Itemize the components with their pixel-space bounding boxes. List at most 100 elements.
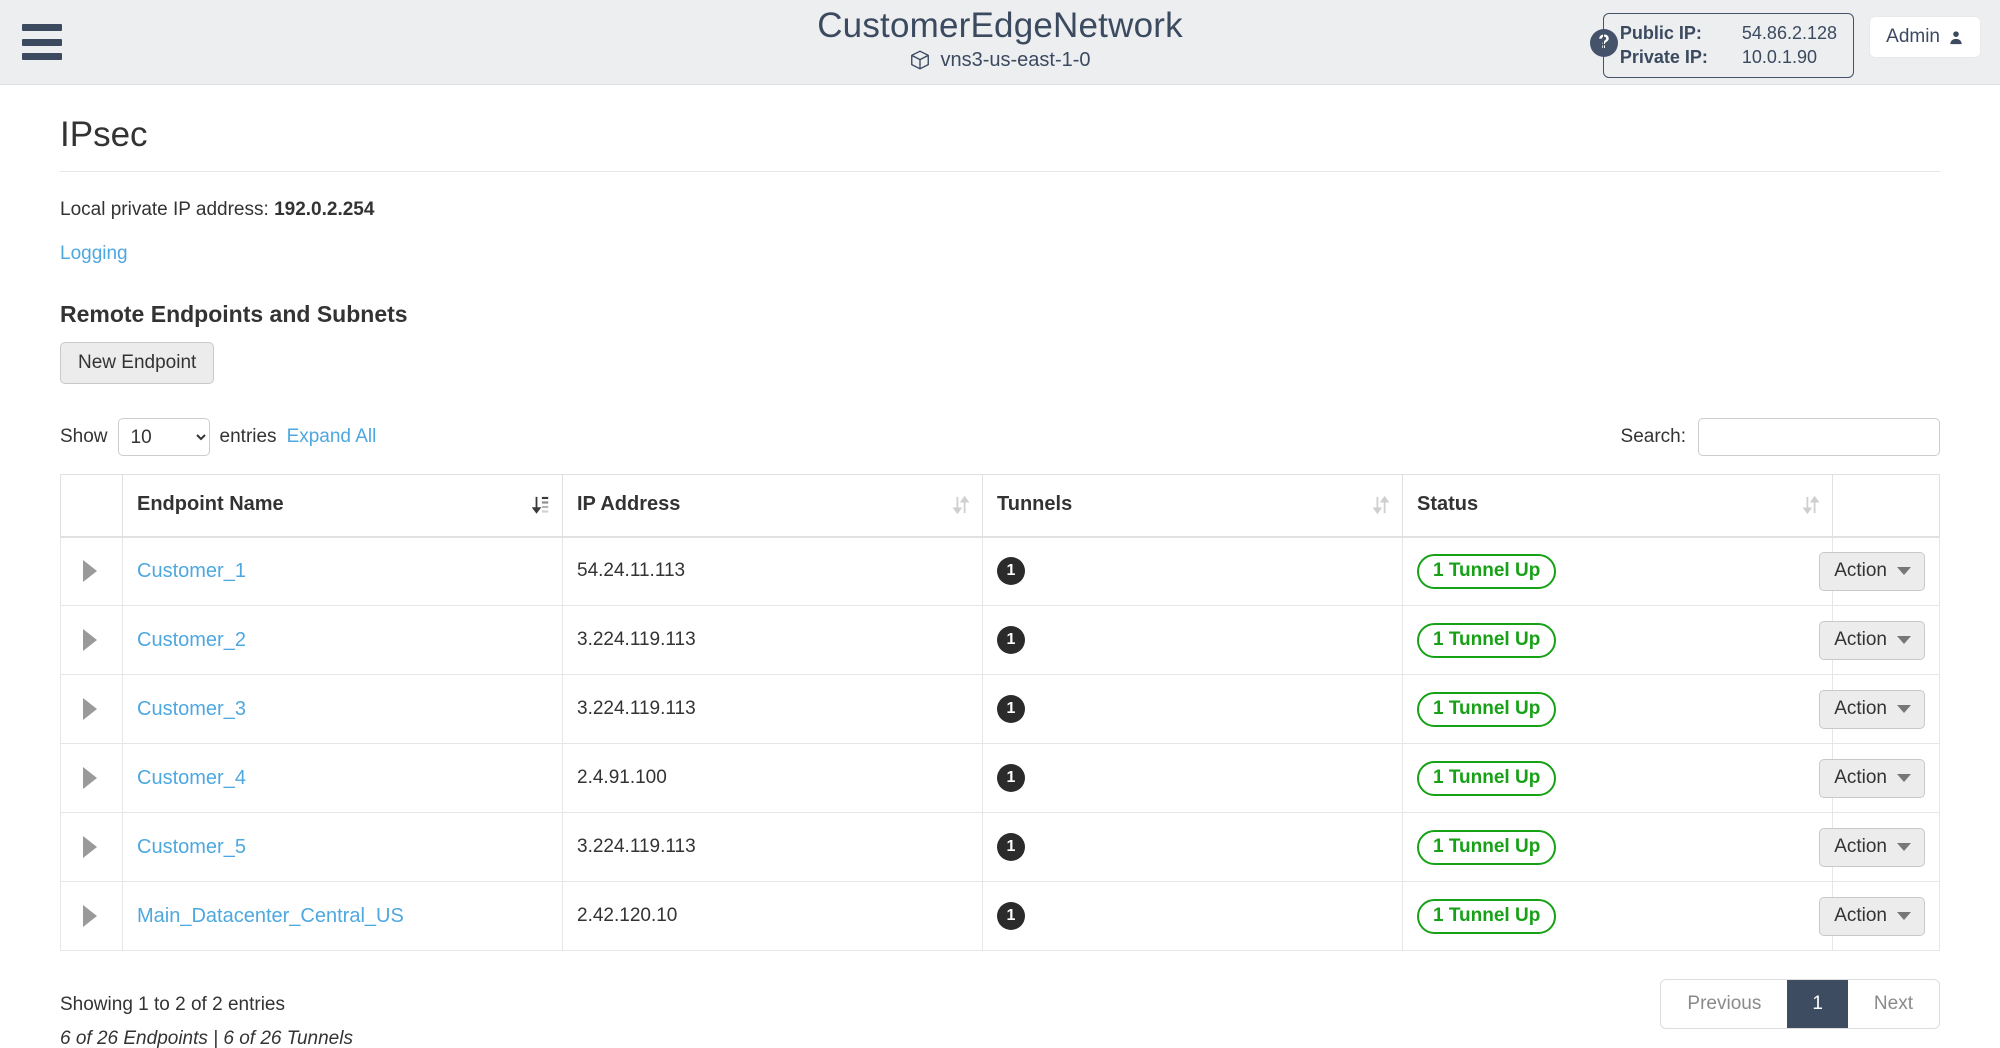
- local-ip-line: Local private IP address: 192.0.2.254: [60, 198, 1940, 222]
- expand-cell[interactable]: [61, 744, 123, 813]
- new-endpoint-button[interactable]: New Endpoint: [60, 342, 214, 384]
- endpoint-name-cell: Customer_4: [123, 744, 563, 813]
- tunnels-cell: 1: [983, 813, 1403, 882]
- logging-link[interactable]: Logging: [60, 243, 128, 264]
- tunnel-count-badge: 1: [997, 764, 1025, 792]
- status-badge: 1 Tunnel Up: [1417, 623, 1556, 658]
- caret-right-icon[interactable]: [83, 698, 97, 720]
- status-cell: 1 Tunnel Up: [1403, 606, 1833, 675]
- show-entries-group: Show 102550100 entries Expand All: [60, 418, 376, 456]
- endpoint-name-cell: Customer_3: [123, 675, 563, 744]
- sort-updown-icon[interactable]: [1802, 494, 1820, 516]
- showing-entries-text: Showing 1 to 2 of 2 entries: [60, 979, 353, 1017]
- chevron-down-icon: [1897, 774, 1911, 782]
- ip-address-cell: 54.24.11.113: [563, 537, 983, 606]
- show-label: Show: [60, 426, 108, 448]
- column-header-tunnels[interactable]: Tunnels: [983, 475, 1403, 537]
- status-badge: 1 Tunnel Up: [1417, 830, 1556, 865]
- endpoint-name-link[interactable]: Main_Datacenter_Central_US: [137, 905, 404, 927]
- endpoint-name-link[interactable]: Customer_5: [137, 836, 246, 858]
- action-dropdown-button[interactable]: Action: [1819, 828, 1925, 867]
- caret-right-icon[interactable]: [83, 629, 97, 651]
- expand-cell[interactable]: [61, 537, 123, 606]
- action-dropdown-button[interactable]: Action: [1819, 759, 1925, 798]
- expand-cell[interactable]: [61, 606, 123, 675]
- caret-right-icon[interactable]: [83, 560, 97, 582]
- admin-menu-button[interactable]: Admin: [1870, 17, 1980, 57]
- table-footer: Showing 1 to 2 of 2 entries 6 of 26 Endp…: [60, 979, 1940, 1048]
- search-input[interactable]: [1698, 418, 1940, 456]
- endpoint-name-link[interactable]: Customer_3: [137, 698, 246, 720]
- public-ip-label: Public IP:: [1620, 21, 1742, 45]
- action-dropdown-button[interactable]: Action: [1819, 897, 1925, 936]
- caret-right-icon[interactable]: [83, 905, 97, 927]
- action-label: Action: [1834, 629, 1887, 651]
- column-header-endpoint-name[interactable]: Endpoint Name: [123, 475, 563, 537]
- expand-cell[interactable]: [61, 882, 123, 951]
- table-row: Customer_1 54.24.11.1131 1 Tunnel Up Action: [61, 537, 1940, 606]
- endpoint-name-link[interactable]: Customer_1: [137, 560, 246, 582]
- column-header-status[interactable]: Status: [1403, 475, 1833, 537]
- local-ip-label: Local private IP address:: [60, 199, 269, 220]
- pagination-page-1[interactable]: 1: [1787, 980, 1848, 1028]
- chevron-down-icon: [1897, 567, 1911, 575]
- sort-updown-icon[interactable]: [1372, 494, 1390, 516]
- status-badge: 1 Tunnel Up: [1417, 554, 1556, 589]
- table-controls: Show 102550100 entries Expand All Search…: [60, 418, 1940, 456]
- ip-address-cell: 3.224.119.113: [563, 606, 983, 675]
- action-label: Action: [1834, 767, 1887, 789]
- tunnels-cell: 1: [983, 606, 1403, 675]
- sort-alpha-down-icon[interactable]: [532, 494, 550, 516]
- action-label: Action: [1834, 836, 1887, 858]
- tunnel-count-badge: 1: [997, 902, 1025, 930]
- cube-icon: [909, 49, 931, 71]
- page-size-select[interactable]: 102550100: [118, 418, 210, 456]
- action-dropdown-button[interactable]: Action: [1819, 621, 1925, 660]
- action-dropdown-button[interactable]: Action: [1819, 690, 1925, 729]
- status-cell: 1 Tunnel Up: [1403, 744, 1833, 813]
- hamburger-menu-icon[interactable]: [22, 21, 62, 63]
- logging-row: Logging: [60, 242, 1940, 266]
- tunnels-cell: 1: [983, 744, 1403, 813]
- status-badge: 1 Tunnel Up: [1417, 761, 1556, 796]
- pagination-next[interactable]: Next: [1848, 980, 1939, 1028]
- column-label: Status: [1417, 493, 1478, 515]
- public-ip-value: 54.86.2.128: [1742, 21, 1837, 45]
- column-header-action: [1833, 475, 1940, 537]
- tunnels-cell: 1: [983, 882, 1403, 951]
- action-cell: Action: [1833, 882, 1940, 951]
- expand-cell[interactable]: [61, 675, 123, 744]
- local-ip-value: 192.0.2.254: [274, 199, 374, 220]
- table-header-row: Endpoint Name IP Address: [61, 475, 1940, 537]
- endpoint-name-link[interactable]: Customer_2: [137, 629, 246, 651]
- expand-cell[interactable]: [61, 813, 123, 882]
- pagination-previous[interactable]: Previous: [1661, 980, 1787, 1028]
- sort-updown-icon[interactable]: [952, 494, 970, 516]
- endpoint-name-cell: Customer_2: [123, 606, 563, 675]
- expand-all-link[interactable]: Expand All: [287, 426, 377, 448]
- endpoint-name-cell: Customer_5: [123, 813, 563, 882]
- caret-right-icon[interactable]: [83, 836, 97, 858]
- status-cell: 1 Tunnel Up: [1403, 882, 1833, 951]
- tunnel-count-badge: 1: [997, 833, 1025, 861]
- table-row: Customer_2 3.224.119.1131 1 Tunnel Up Actio…: [61, 606, 1940, 675]
- status-cell: 1 Tunnel Up: [1403, 537, 1833, 606]
- action-dropdown-button[interactable]: Action: [1819, 552, 1925, 591]
- action-cell: Action: [1833, 537, 1940, 606]
- endpoint-name-link[interactable]: Customer_4: [137, 767, 246, 789]
- action-label: Action: [1834, 698, 1887, 720]
- endpoint-tunnel-counts: 6 of 26 Endpoints | 6 of 26 Tunnels: [60, 1027, 353, 1048]
- column-header-ip-address[interactable]: IP Address: [563, 475, 983, 537]
- table-body: Customer_154.24.11.11311 Tunnel UpAction…: [61, 537, 1940, 951]
- entries-label: entries: [220, 426, 277, 448]
- app-header: CustomerEdgeNetwork vns3-us-east-1-0 ? P…: [0, 0, 2000, 85]
- table-row: Main_Datacenter_Central_US2.42.120.1011 …: [61, 882, 1940, 951]
- tunnels-cell: 1: [983, 537, 1403, 606]
- private-ip-value: 10.0.1.90: [1742, 45, 1837, 69]
- search-group: Search:: [1621, 418, 1940, 456]
- action-label: Action: [1834, 905, 1887, 927]
- page-body: IPsec Local private IP address: 192.0.2.…: [0, 113, 2000, 1048]
- caret-right-icon[interactable]: [83, 767, 97, 789]
- pagination: Previous 1 Next: [1660, 979, 1940, 1029]
- private-ip-label: Private IP:: [1620, 45, 1742, 69]
